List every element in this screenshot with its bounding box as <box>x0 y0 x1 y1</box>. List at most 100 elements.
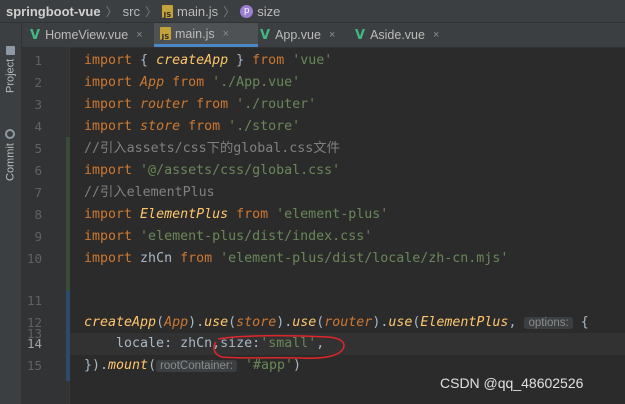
keyword: import <box>84 97 133 112</box>
tool-window-strip: Project Commit <box>0 23 22 404</box>
code-line-7: //引入elementPlus <box>84 182 215 204</box>
commit-tool-tab[interactable]: Commit <box>2 115 19 181</box>
line-number: 7 <box>34 185 42 200</box>
tab-label: main.js <box>175 26 215 41</box>
code-line-2: import App from './App.vue' <box>84 72 300 94</box>
line-number-current: 14 <box>26 336 42 351</box>
string: 'element-plus' <box>268 207 389 222</box>
breadcrumb-separator: 〉 <box>144 4 157 19</box>
keyword: from <box>172 75 205 90</box>
breadcrumb-separator: 〉 <box>223 4 236 19</box>
tab-app-vue[interactable]: V App.vue × <box>260 23 335 47</box>
annotation-stroke <box>213 334 345 359</box>
close-icon[interactable]: × <box>329 29 335 41</box>
identifier: store <box>236 315 277 330</box>
property-icon: p <box>240 4 254 18</box>
punct: } <box>228 53 253 68</box>
close-icon[interactable]: × <box>433 29 439 41</box>
commit-icon <box>5 129 16 140</box>
method: use <box>388 315 413 330</box>
tab-homeview[interactable]: V HomeView.vue × <box>30 23 143 47</box>
code-line-6: import '@/assets/css/global.css' <box>84 160 340 182</box>
method: use <box>204 315 229 330</box>
code-line-8: import ElementPlus from 'element-plus' <box>84 204 388 226</box>
property-key: locale <box>116 336 165 351</box>
code-line-5: //引入assets/css下的global.css文件 <box>84 138 340 160</box>
breadcrumb-symbol[interactable]: size <box>257 4 280 19</box>
punct: ). <box>188 315 205 330</box>
punct: { <box>572 315 589 330</box>
tab-label: App.vue <box>275 28 321 42</box>
breadcrumb-project[interactable]: springboot-vue <box>6 4 101 19</box>
line-number-gutter[interactable]: 1 2 3 4 5 6 7 8 9 10 11 12 13 14 15 <box>22 47 70 404</box>
tab-main-js[interactable]: JS main.js × <box>154 23 258 47</box>
string: 'vue' <box>284 53 333 68</box>
identifier: store <box>132 119 189 134</box>
method: mount <box>108 358 149 373</box>
string: '@/assets/css/global.css' <box>132 163 341 178</box>
keyword: from <box>180 251 213 266</box>
identifier: App <box>132 75 173 90</box>
identifier: ElementPlus <box>420 315 509 330</box>
vue-icon: V <box>355 27 366 43</box>
keyword: import <box>84 229 133 244</box>
identifier: zhCn <box>180 336 213 351</box>
keyword: from <box>188 119 221 134</box>
keyword: import <box>84 251 133 266</box>
line-number: 6 <box>34 163 42 178</box>
punct: ). <box>276 315 293 330</box>
comment: //引入assets/css下的global.css文件 <box>84 141 340 156</box>
keyword: import <box>84 119 133 134</box>
project-tool-tab[interactable]: Project <box>2 31 19 93</box>
red-annotation-circle <box>213 334 345 359</box>
code-line-3: import router from './router' <box>84 94 316 116</box>
identifier: router <box>132 97 197 112</box>
folder-icon <box>6 45 15 55</box>
string: './App.vue' <box>204 75 301 90</box>
punct: ( <box>148 358 157 373</box>
keyword: from <box>252 53 285 68</box>
breadcrumb-folder[interactable]: src <box>123 4 140 19</box>
tab-label: Aside.vue <box>370 28 425 42</box>
project-tool-label: Project <box>4 58 17 93</box>
punct: , <box>508 315 517 330</box>
commit-tool-label: Commit <box>4 143 17 181</box>
punct: ). <box>372 315 389 330</box>
keyword: import <box>84 163 133 178</box>
keyword: import <box>84 75 133 90</box>
line-number: 9 <box>34 229 42 244</box>
line-number: 10 <box>26 251 42 266</box>
editor-tabs: V HomeView.vue × JS main.js × V App.vue … <box>22 23 625 48</box>
line-number: 3 <box>34 97 42 112</box>
identifier: router <box>324 315 373 330</box>
function-call: createApp <box>84 315 157 330</box>
method: use <box>292 315 317 330</box>
line-number: 4 <box>34 119 42 134</box>
close-icon[interactable]: × <box>223 28 229 40</box>
line-number: 11 <box>26 293 42 308</box>
identifier: createApp <box>156 53 229 68</box>
string: 'element-plus/dist/locale/zh-cn.mjs' <box>212 251 509 266</box>
tab-aside-vue[interactable]: V Aside.vue × <box>355 23 439 47</box>
watermark: CSDN @qq_48602526 <box>440 375 584 391</box>
line-number: 8 <box>34 207 42 222</box>
breadcrumb-file[interactable]: main.js <box>177 4 218 19</box>
comment: //引入elementPlus <box>84 185 215 200</box>
parameter-hint: options: <box>524 317 573 329</box>
js-file-icon: JS <box>160 27 171 41</box>
line-number: 1 <box>34 53 42 68</box>
keyword: from <box>196 97 229 112</box>
code-line-13: createApp(App).use(store).use(router).us… <box>84 312 589 334</box>
tab-label: HomeView.vue <box>45 28 129 42</box>
identifier: zhCn <box>132 251 181 266</box>
keyword: from <box>236 207 269 222</box>
breadcrumb: springboot-vue 〉 src 〉 JS main.js 〉 p si… <box>0 0 625 23</box>
line-number: 2 <box>34 75 42 90</box>
code-line-4: import store from './store' <box>84 116 300 138</box>
js-file-icon: JS <box>161 4 173 19</box>
close-icon[interactable]: × <box>136 29 142 41</box>
code-line-1: import { createApp } from 'vue' <box>84 50 332 72</box>
identifier: App <box>164 315 189 330</box>
breadcrumb-separator: 〉 <box>105 4 118 19</box>
